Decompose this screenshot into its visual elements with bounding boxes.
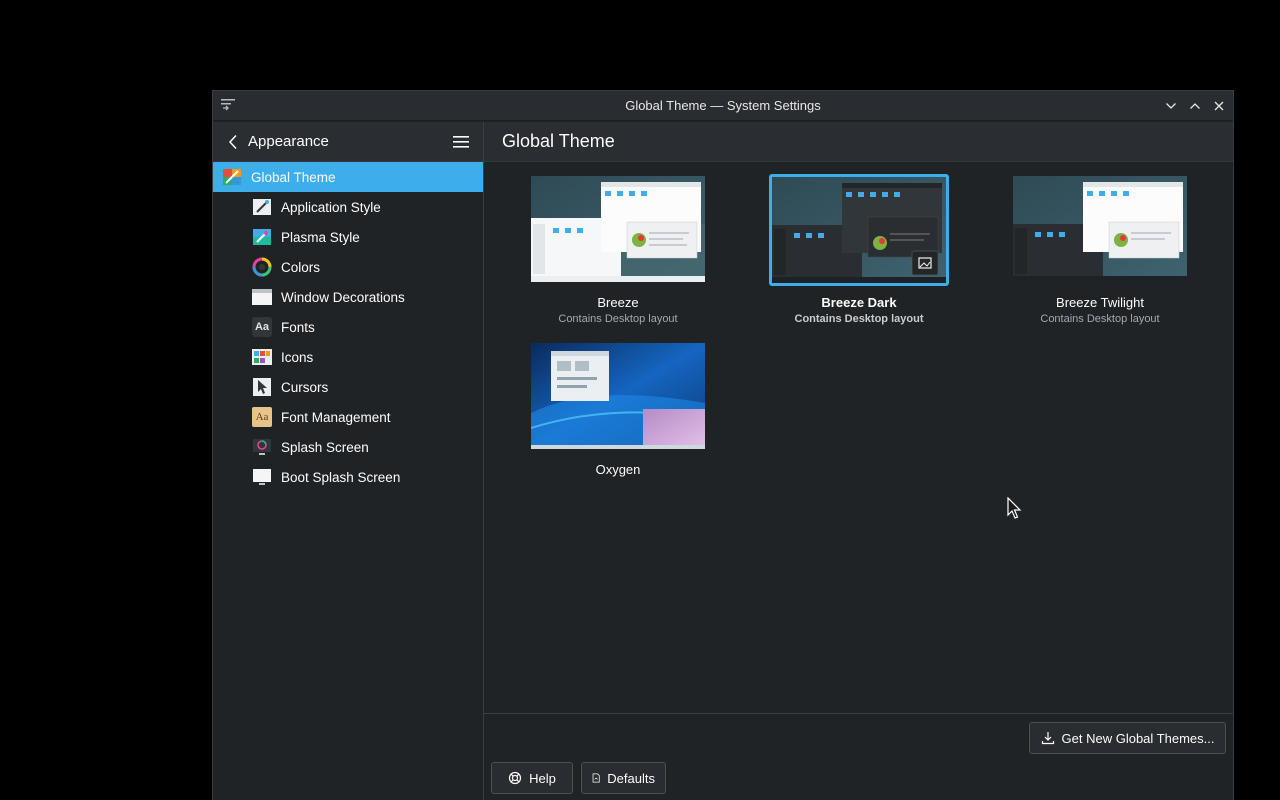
boot-splash-screen-icon (253, 469, 271, 485)
colors-icon (252, 257, 272, 277)
theme-preview-breeze-dark (769, 174, 949, 286)
theme-card-breeze[interactable]: Breeze Contains Desktop layout (531, 176, 705, 325)
sidebar-header-label: Appearance (248, 133, 329, 150)
get-new-global-themes-label: Get New Global Themes... (1061, 730, 1215, 746)
close-button[interactable] (1211, 98, 1227, 114)
defaults-label: Defaults (607, 770, 655, 786)
document-revert-icon (592, 773, 600, 783)
title-bar[interactable]: Global Theme — System Settings (213, 91, 1233, 121)
theme-card-breeze-dark[interactable]: Breeze Dark Contains Desktop layout (769, 174, 949, 325)
sidebar-item-label: Plasma Style (281, 229, 360, 245)
sidebar-item-label: Splash Screen (281, 439, 369, 455)
sidebar-item-fonts[interactable]: Aa Fonts (213, 312, 483, 342)
sidebar-item-icons[interactable]: Icons (213, 342, 483, 372)
maximize-button[interactable] (1187, 98, 1203, 114)
cursors-icon (253, 378, 271, 396)
font-management-icon: Aa (252, 407, 272, 427)
application-style-icon (253, 199, 271, 215)
sidebar-item-label: Cursors (281, 379, 329, 395)
theme-card-oxygen[interactable]: Oxygen (531, 343, 705, 477)
sidebar-item-label: Boot Splash Screen (281, 469, 401, 485)
sidebar-item-label: Font Management (281, 409, 391, 425)
window-title: Global Theme — System Settings (625, 98, 821, 113)
help-button[interactable]: Help (491, 762, 573, 794)
sidebar-item-label: Icons (281, 349, 314, 365)
chevron-up-icon (1190, 103, 1200, 109)
theme-description: Contains Desktop layout (794, 313, 924, 325)
global-theme-icon (223, 169, 241, 185)
fonts-icon: Aa (252, 317, 272, 337)
theme-preview-breeze (531, 176, 705, 282)
sidebar-item-label: Colors (281, 259, 321, 275)
system-settings-window: Global Theme — System Settings Appearanc… (212, 90, 1234, 800)
icons-icon (252, 349, 272, 365)
sidebar-item-label: Window Decorations (281, 289, 405, 305)
hamburger-menu-button[interactable] (451, 132, 471, 152)
help-icon (509, 771, 522, 785)
plasma-style-icon (253, 229, 271, 245)
sidebar-item-label: Fonts (281, 319, 315, 335)
page-title: Global Theme (502, 131, 615, 151)
help-label: Help (529, 770, 556, 786)
window-decorations-icon (252, 289, 272, 305)
back-button[interactable] (223, 132, 243, 152)
main-content: Global Theme Breeze Contains Desktop lay… (484, 122, 1233, 800)
minimize-button[interactable] (1163, 98, 1179, 114)
sidebar-item-plasma-style[interactable]: Plasma Style (213, 222, 483, 252)
get-new-global-themes-button[interactable]: Get New Global Themes... (1029, 722, 1226, 754)
close-icon (1214, 101, 1224, 111)
theme-name: Oxygen (595, 462, 641, 477)
sidebar-item-label: Global Theme (251, 169, 336, 185)
theme-preview-oxygen (531, 343, 705, 449)
download-icon (1041, 732, 1054, 745)
sidebar-item-splash-screen[interactable]: Splash Screen (213, 432, 483, 462)
footer: Get New Global Themes... Help Defaults (484, 713, 1233, 800)
theme-preview-breeze-twilight (1013, 176, 1187, 282)
sidebar-item-cursors[interactable]: Cursors (213, 372, 483, 402)
theme-description: Contains Desktop layout (558, 313, 678, 325)
sidebar-item-window-decorations[interactable]: Window Decorations (213, 282, 483, 312)
chevron-down-icon (1166, 103, 1176, 109)
sidebar: Appearance Global Theme Application Styl… (213, 122, 484, 800)
theme-description: Contains Desktop layout (1040, 313, 1160, 325)
theme-card-breeze-twilight[interactable]: Breeze Twilight Contains Desktop layout (1013, 176, 1187, 325)
mouse-pointer-icon (1007, 497, 1022, 519)
hamburger-icon (453, 136, 469, 148)
sidebar-item-application-style[interactable]: Application Style (213, 192, 483, 222)
chevron-left-icon (228, 134, 237, 150)
sidebar-item-colors[interactable]: Colors (213, 252, 483, 282)
sidebar-item-global-theme[interactable]: Global Theme (213, 162, 483, 192)
splash-screen-icon (253, 439, 271, 455)
sidebar-nav: Global Theme Application Style Plasma St… (213, 162, 483, 492)
theme-name: Breeze (597, 295, 639, 310)
sidebar-item-boot-splash-screen[interactable]: Boot Splash Screen (213, 462, 483, 492)
sidebar-item-label: Application Style (281, 199, 381, 215)
sidebar-header: Appearance (213, 122, 483, 162)
defaults-button[interactable]: Defaults (581, 762, 666, 794)
main-header: Global Theme (484, 122, 1233, 162)
sidebar-item-font-management[interactable]: Aa Font Management (213, 402, 483, 432)
theme-name: Breeze Dark (821, 295, 897, 310)
theme-name: Breeze Twilight (1056, 295, 1144, 310)
